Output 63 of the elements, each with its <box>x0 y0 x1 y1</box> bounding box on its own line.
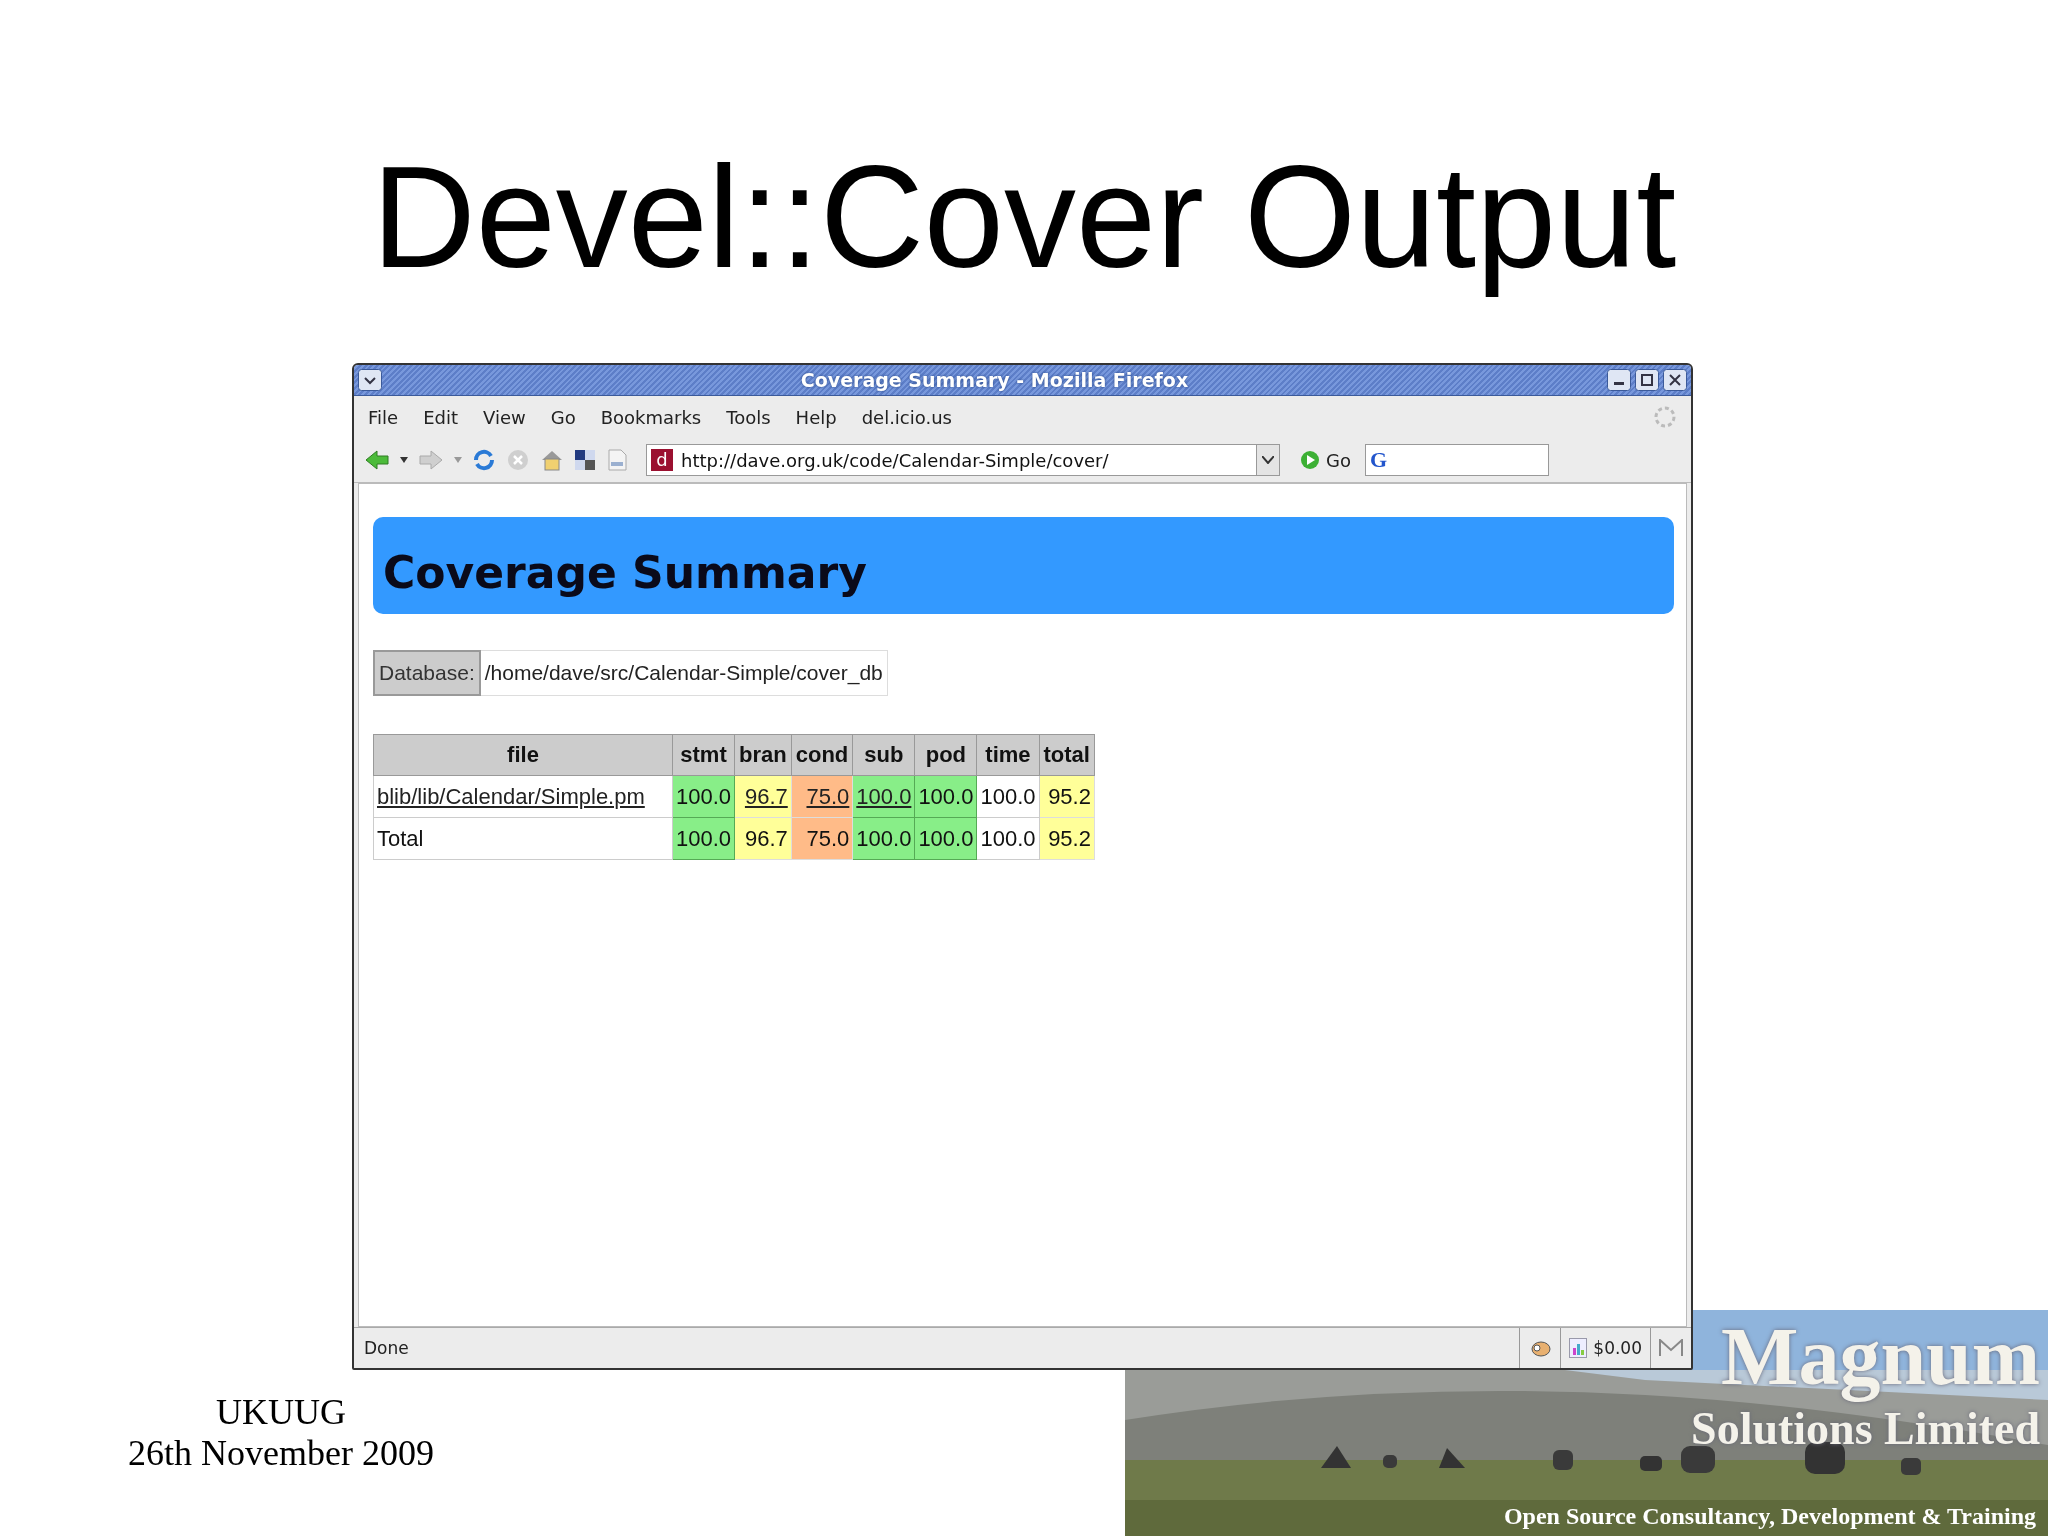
table-cell: Total <box>373 817 673 860</box>
menu-item[interactable]: View <box>483 404 526 430</box>
status-text: Done <box>364 1338 409 1358</box>
column-header: bran <box>734 734 792 776</box>
back-arrow-icon[interactable] <box>364 448 390 472</box>
go-button[interactable]: Go <box>1296 449 1355 471</box>
home-icon[interactable] <box>540 448 564 472</box>
menu-item[interactable]: Help <box>795 404 837 430</box>
table-cell: 100.0 <box>976 817 1039 860</box>
go-icon <box>1300 450 1320 470</box>
table-cell: 100.0 <box>976 775 1039 818</box>
table-cell: 96.7 <box>734 817 792 860</box>
window-title: Coverage Summary - Mozilla Firefox <box>799 369 1190 391</box>
column-header: pod <box>914 734 977 776</box>
column-header: time <box>976 734 1039 776</box>
table-cell: 95.2 <box>1039 817 1095 860</box>
window-menu-icon[interactable] <box>358 369 382 391</box>
link[interactable]: 100.0 <box>856 783 912 809</box>
tagline: Open Source Consultancy, Development & Training <box>1503 1503 2036 1530</box>
caret-icon[interactable] <box>400 457 408 463</box>
column-header: stmt <box>672 734 735 776</box>
link[interactable]: blib/lib/Calendar/Simple.pm <box>377 783 645 809</box>
table-cell: 75.0 <box>791 817 853 860</box>
search-field[interactable]: G <box>1364 444 1549 476</box>
slide-title: Devel::Cover Output <box>371 136 1677 300</box>
menu-item[interactable]: Bookmarks <box>600 404 702 430</box>
link[interactable]: 96.7 <box>744 783 788 809</box>
column-header: cond <box>791 734 853 776</box>
footer-text: 26th November 2009 <box>128 1433 434 1475</box>
table-cell: 100.0 <box>914 817 977 860</box>
chart-icon <box>1569 1338 1588 1358</box>
table-cell: 100.0 <box>914 775 977 818</box>
logo-text: Solutions Limited <box>1691 1404 2040 1455</box>
table-cell: 95.2 <box>1039 775 1095 818</box>
table-cell: 100.0 <box>672 775 735 818</box>
page-heading: Coverage Summary <box>383 547 867 598</box>
footer-text: UKUUG <box>216 1392 346 1434</box>
table-cell: 100.0 <box>852 817 915 860</box>
database-label: Database: <box>373 650 481 696</box>
status-amount: $0.00 <box>1593 1338 1642 1358</box>
address-field[interactable]: d http://dave.org.uk/code/Calendar-Simple/cover/ <box>646 444 1280 476</box>
dropdown-icon[interactable] <box>1262 456 1274 464</box>
logo-text: Magnum <box>1721 1310 2040 1404</box>
tile-icon[interactable] <box>574 449 596 471</box>
throbber-icon <box>1653 405 1677 429</box>
menu-item[interactable]: Tools <box>726 404 771 430</box>
column-header: sub <box>852 734 915 776</box>
link[interactable]: 75.0 <box>806 783 850 809</box>
hand-icon[interactable] <box>1528 1338 1553 1358</box>
menu-item[interactable]: File <box>368 404 399 430</box>
menu-item[interactable]: Edit <box>423 404 458 430</box>
maximize-icon[interactable] <box>1635 369 1659 391</box>
close-icon[interactable] <box>1663 369 1687 391</box>
reload-icon[interactable] <box>472 448 496 472</box>
mail-icon[interactable] <box>1659 1339 1683 1357</box>
site-icon: d <box>651 449 673 471</box>
column-header: total <box>1039 734 1095 776</box>
database-path: /home/dave/src/Calendar-Simple/cover_db <box>480 650 888 696</box>
menu-item[interactable]: del.icio.us <box>861 404 952 430</box>
column-header: file <box>373 734 673 776</box>
table-cell: 100.0 <box>672 817 735 860</box>
menu-item[interactable]: Go <box>550 404 576 430</box>
minimize-icon[interactable] <box>1607 369 1631 391</box>
